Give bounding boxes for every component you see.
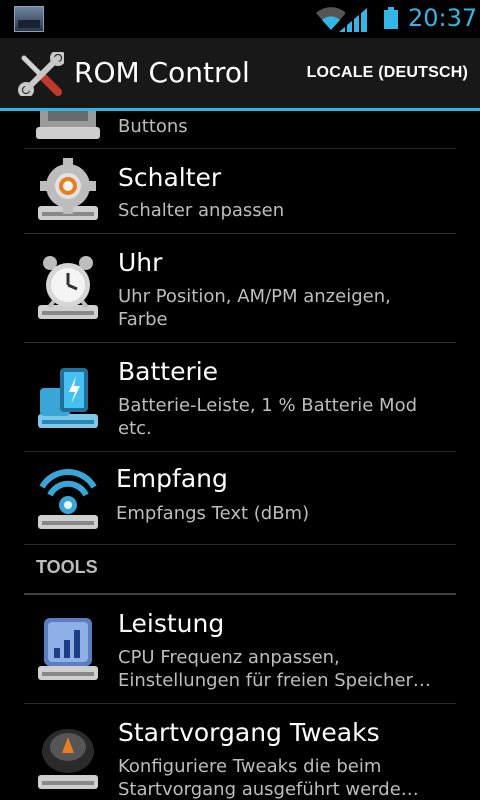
section-title: TOOLS — [36, 557, 98, 577]
item-title: Startvorgang Tweaks — [118, 718, 380, 747]
item-subtitle: Batterie-Leiste, 1 % Batterie Mod etc. — [118, 395, 418, 439]
item-subtitle: Konfiguriere Tweaks die beim Startvorgan… — [118, 756, 419, 800]
list-item-uhr[interactable]: Uhr Uhr Position, AM/PM anzeigen, Farbe — [24, 234, 456, 343]
signal-icon — [339, 8, 367, 32]
battery-icon — [384, 7, 398, 29]
item-subtitle: Schalter anpassen — [118, 200, 285, 221]
gear-icon — [38, 158, 98, 220]
list-item-leistung[interactable]: Leistung CPU Frequenz anpassen, Einstell… — [24, 595, 456, 704]
list-item-batterie[interactable]: Batterie Batterie-Leiste, 1 % Batterie M… — [24, 343, 456, 452]
performance-chart-icon — [38, 618, 98, 680]
item-title: Batterie — [118, 357, 219, 386]
status-time: 20:37 — [408, 4, 478, 32]
item-title: Leistung — [118, 609, 225, 638]
item-title: Uhr — [118, 248, 163, 277]
list-item-schalter[interactable]: Schalter Schalter anpassen — [24, 149, 456, 234]
boot-tweaks-icon — [38, 729, 98, 789]
item-subtitle: Empfangs Text (dBm) — [116, 503, 310, 524]
list-item-startvorgang-tweaks[interactable]: Startvorgang Tweaks Konfiguriere Tweaks … — [24, 704, 456, 800]
battery-charging-icon — [38, 368, 98, 428]
buttons-icon — [36, 111, 100, 139]
list-item-empfang[interactable]: Empfang Empfangs Text (dBm) — [24, 452, 456, 545]
settings-list[interactable]: Buttons Schalter Schalter anpassen Uhr U… — [0, 111, 480, 800]
tools-icon[interactable] — [18, 52, 64, 96]
item-title: Schalter — [118, 163, 222, 192]
alarm-clock-icon — [38, 256, 98, 319]
action-bar: ROM Control LOCALE (DEUTSCH) — [0, 38, 480, 111]
wifi-signal-icon — [38, 468, 98, 529]
list-item-buttons[interactable]: Buttons — [24, 111, 456, 149]
gallery-thumbnail-icon — [14, 6, 44, 32]
app-title: ROM Control — [74, 56, 250, 89]
item-subtitle: Buttons — [118, 116, 188, 137]
section-header-tools: TOOLS — [24, 545, 456, 595]
locale-button[interactable]: LOCALE (DEUTSCH) — [307, 64, 468, 82]
item-subtitle: CPU Frequenz anpassen, Einstellungen für… — [118, 647, 431, 691]
item-title: Empfang — [116, 464, 228, 493]
item-subtitle: Uhr Position, AM/PM anzeigen, Farbe — [118, 286, 391, 330]
status-bar: 20:37 — [0, 0, 480, 38]
